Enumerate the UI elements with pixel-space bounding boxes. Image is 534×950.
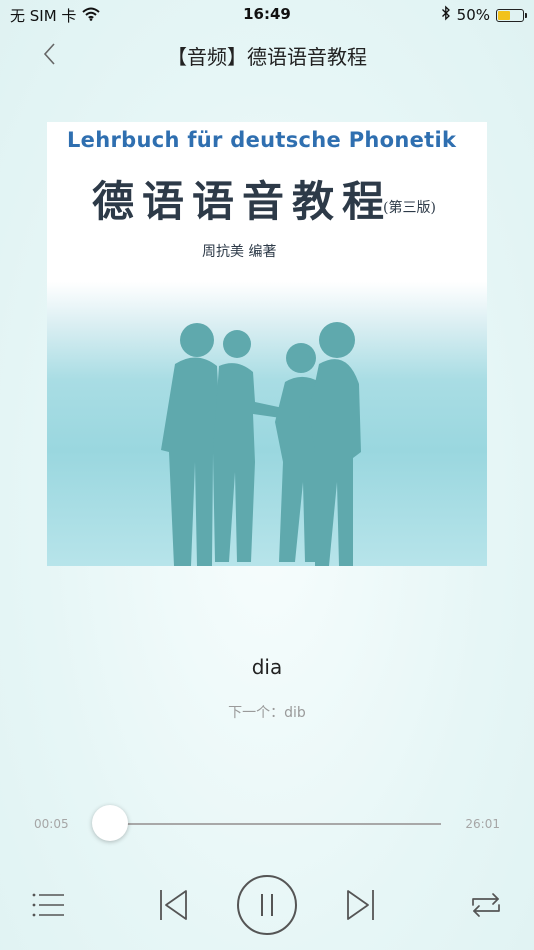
previous-track-icon [160, 890, 187, 920]
repeat-icon [472, 893, 500, 917]
next-track-label: 下一个：dib [228, 705, 306, 721]
repeat-button[interactable] [466, 885, 506, 925]
battery-icon [496, 8, 527, 22]
next-track-icon [347, 890, 374, 920]
playlist-button[interactable] [28, 885, 68, 925]
next-track-button[interactable] [341, 885, 381, 925]
bluetooth-icon [441, 5, 451, 25]
previous-track-button[interactable] [153, 885, 193, 925]
pause-button[interactable] [237, 875, 297, 935]
battery-level-fill [498, 10, 510, 20]
battery-percent: 50% [456, 6, 490, 24]
album-cover: Lehrbuch für deutsche Phonetik 德语语音教程 (第… [47, 122, 487, 566]
cover-edition: (第三版) [383, 200, 436, 216]
status-right: 50% [441, 5, 527, 25]
current-track-title: dia [251, 655, 283, 679]
total-time: 26:01 [465, 817, 500, 831]
cover-title-en: Lehrbuch für deutsche Phonetik [67, 128, 457, 152]
cover-author: 周抗美 编著 [202, 244, 277, 260]
progress-slider-knob[interactable] [92, 805, 128, 841]
cover-title-zh: 德语语音教程 [92, 177, 393, 226]
nav-bar: 【音频】德语语音教程 [0, 28, 534, 80]
status-bar: 无 SIM 卡 16:49 50% [0, 0, 534, 28]
progress-track[interactable] [110, 823, 441, 825]
page-title: 【音频】德语语音教程 [167, 45, 367, 69]
pause-icon [261, 894, 273, 916]
elapsed-time: 00:05 [34, 817, 69, 831]
playlist-icon [32, 893, 64, 917]
